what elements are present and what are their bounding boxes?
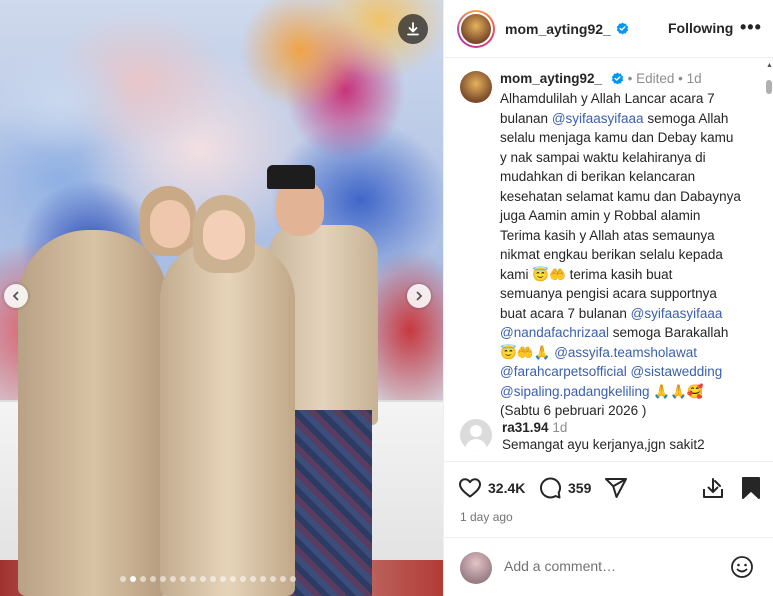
share-action — [604, 476, 628, 500]
chevron-left-icon — [12, 291, 19, 301]
caption-mention-link[interactable]: @syifaasyifaaa — [552, 111, 644, 126]
comment-username[interactable]: ra31.94 — [502, 420, 549, 435]
comment-text: Semangat ayu kerjanya,jgn sakit2 — [502, 437, 705, 452]
photo-person-left-body — [18, 230, 168, 596]
add-comment-bar — [444, 537, 773, 596]
like-count[interactable]: 32.4K — [488, 480, 525, 496]
photo-person-center-face — [203, 210, 245, 260]
caption-mention-link[interactable]: @sistawedding — [631, 364, 723, 379]
post-time-ago[interactable]: 1 day ago — [460, 510, 513, 524]
comment-bubble-icon[interactable] — [538, 476, 562, 500]
comment-action: 359 — [538, 476, 591, 500]
caption-separator: • — [627, 71, 633, 86]
caption-mention-link[interactable]: @syifaasyifaaa — [631, 306, 723, 321]
post-media[interactable] — [0, 0, 443, 596]
verified-badge-icon — [611, 72, 623, 85]
bookmark-filled-icon[interactable] — [740, 476, 762, 500]
comment-time[interactable]: 1d — [552, 420, 567, 435]
edited-label: Edited — [636, 71, 675, 86]
carousel-dot — [260, 576, 266, 582]
more-options-button[interactable]: ••• — [740, 17, 762, 38]
save-action — [740, 476, 762, 500]
caption-text: Alhamdulilah y Allah Lancar acara 7 bula… — [500, 89, 768, 421]
caption-time[interactable]: 1d — [687, 71, 702, 86]
comments-scroll-area[interactable]: mom_ayting92_ • Edited • 1d Alhamdulilah… — [444, 59, 773, 461]
download-button[interactable] — [398, 14, 428, 44]
heart-icon[interactable] — [458, 476, 482, 500]
post-actions: 32.4K 359 1 day ago — [444, 461, 773, 537]
share-paper-plane-icon[interactable] — [604, 476, 628, 500]
download-icon — [407, 22, 419, 36]
photo-person-left-face — [150, 200, 190, 248]
carousel-dot — [190, 576, 196, 582]
carousel-dot — [250, 576, 256, 582]
verified-badge-icon — [616, 22, 628, 35]
carousel-dot — [240, 576, 246, 582]
caption-separator: • — [678, 71, 683, 86]
carousel-dot — [220, 576, 226, 582]
scroll-up-arrow-icon[interactable]: ▲ — [766, 62, 773, 69]
post-side-panel: mom_ayting92_ Following ••• mom_ayting92… — [443, 0, 773, 596]
emoji-icon[interactable] — [730, 555, 754, 579]
caption-mention-link[interactable]: @assyifa.teamsholawat — [554, 345, 697, 360]
post-header: mom_ayting92_ Following ••• — [444, 0, 773, 58]
save-media-action — [701, 476, 725, 500]
carousel-dot — [200, 576, 206, 582]
carousel-dot — [170, 576, 176, 582]
author-username[interactable]: mom_ayting92_ — [505, 21, 611, 37]
carousel-dot — [290, 576, 296, 582]
author-avatar[interactable] — [457, 9, 495, 48]
caption-author-username[interactable]: mom_ayting92_ — [500, 71, 602, 86]
caption-mention-link[interactable]: @farahcarpetsofficial — [500, 364, 627, 379]
following-button[interactable]: Following — [668, 20, 733, 36]
comment-avatar[interactable] — [460, 419, 492, 451]
carousel-dot — [120, 576, 126, 582]
carousel-indicator — [120, 576, 296, 582]
current-user-avatar — [460, 552, 492, 584]
carousel-prev-button[interactable] — [4, 284, 28, 308]
like-action: 32.4K — [458, 476, 525, 500]
carousel-dot — [280, 576, 286, 582]
carousel-dot — [160, 576, 166, 582]
scrollbar-thumb[interactable] — [766, 80, 772, 94]
caption-text-segment: semoga Allah selalu menjaga kamu dan Deb… — [500, 110, 741, 321]
download-to-tray-icon[interactable] — [701, 476, 725, 500]
comment-count[interactable]: 359 — [568, 480, 591, 496]
caption-author-avatar[interactable] — [460, 71, 492, 103]
carousel-dot — [230, 576, 236, 582]
carousel-dot — [130, 576, 136, 582]
carousel-dot — [180, 576, 186, 582]
carousel-dot — [270, 576, 276, 582]
caption-mention-link[interactable]: @sipaling.padangkeliling — [500, 384, 650, 399]
carousel-next-button[interactable] — [407, 284, 431, 308]
photo-person-center-body — [160, 240, 295, 596]
carousel-dot — [140, 576, 146, 582]
photo-person-right-cap — [267, 165, 315, 189]
caption-mention-link[interactable]: @nandafachrizaal — [500, 325, 609, 340]
chevron-right-icon — [416, 291, 423, 301]
carousel-dot — [210, 576, 216, 582]
carousel-dot — [150, 576, 156, 582]
add-comment-input[interactable] — [504, 558, 714, 574]
